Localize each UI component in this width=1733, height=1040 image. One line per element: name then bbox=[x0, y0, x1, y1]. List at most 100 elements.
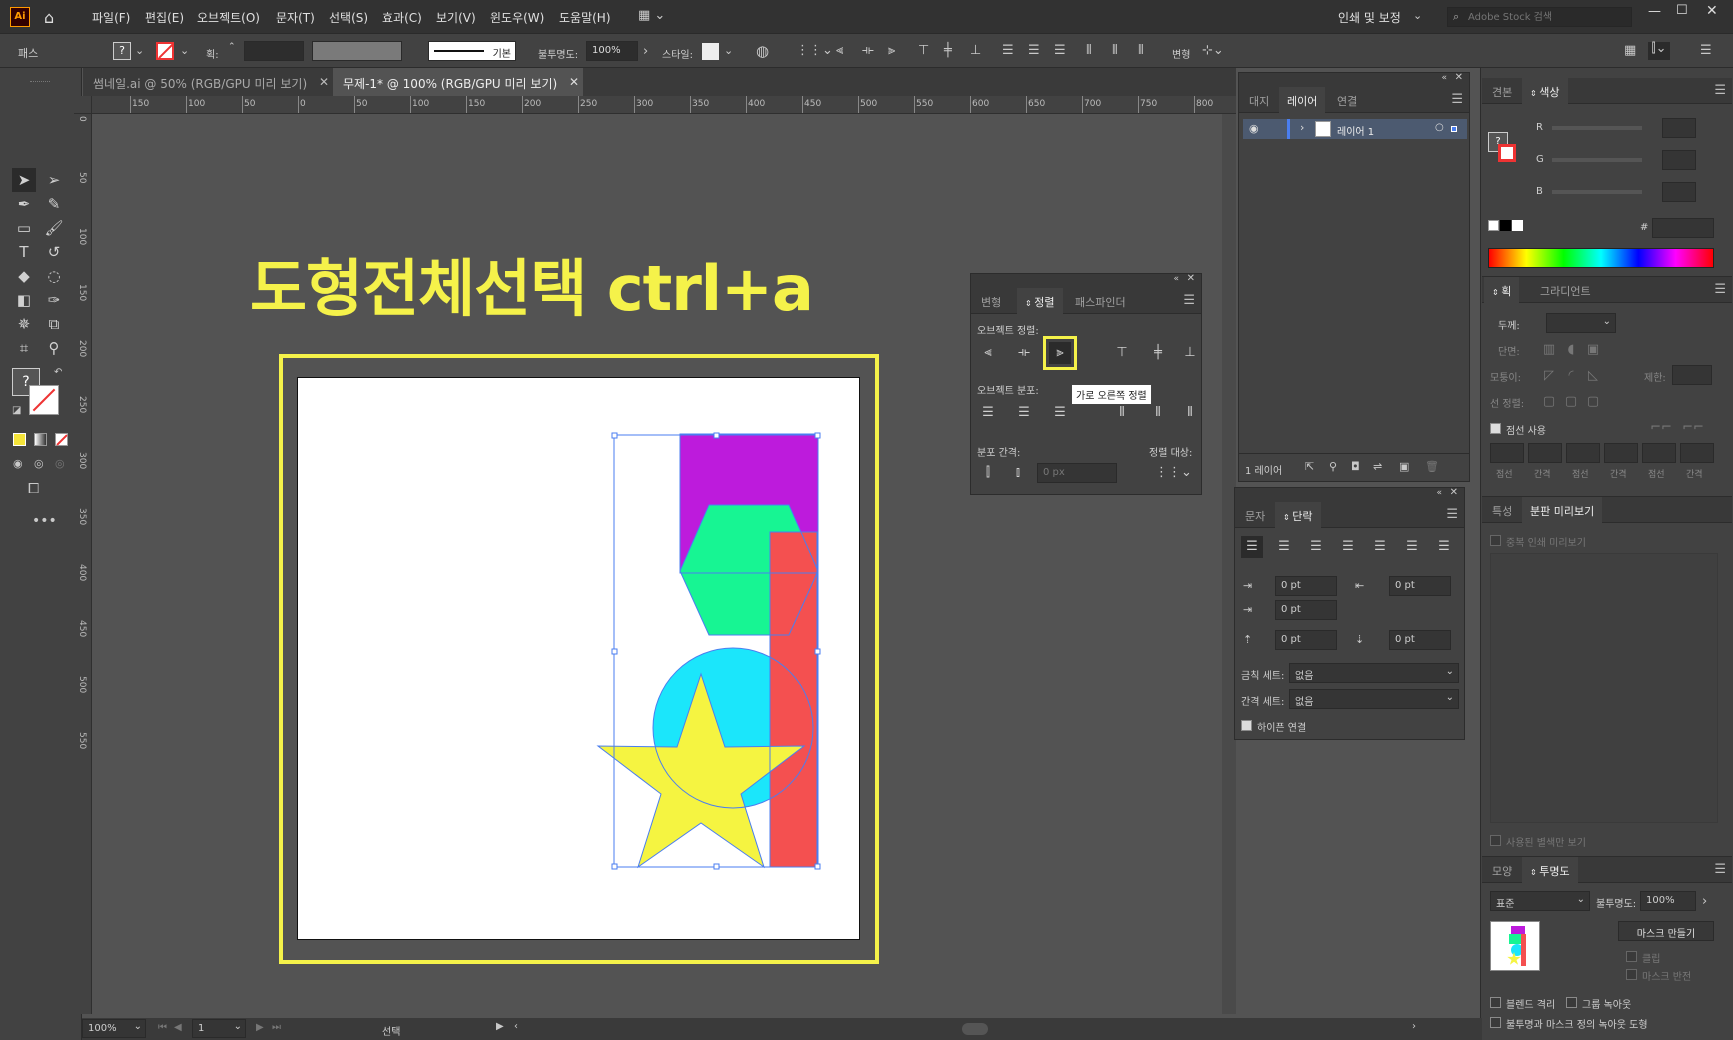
gradient-mode-icon[interactable] bbox=[34, 433, 47, 446]
chevron-right-icon[interactable]: › bbox=[1702, 895, 1707, 908]
opacity-field[interactable]: 100% bbox=[586, 41, 638, 61]
none-mode-icon[interactable] bbox=[55, 433, 68, 446]
tab-paragraph[interactable]: ⇕ 단락 bbox=[1275, 502, 1321, 528]
draw-behind-icon[interactable]: ◎ bbox=[34, 458, 44, 469]
white-swatch[interactable] bbox=[1512, 220, 1523, 231]
tab-align[interactable]: ⇕ 정렬 bbox=[1017, 288, 1063, 314]
align-hcenter-icon[interactable]: ⟛ bbox=[862, 44, 874, 57]
stroke-swatch[interactable] bbox=[156, 42, 174, 60]
bevel-join-icon[interactable]: ◺ bbox=[1582, 365, 1604, 387]
align-stroke-outside-icon[interactable]: ▢ bbox=[1582, 391, 1604, 413]
panel-menu-icon[interactable]: ☰ bbox=[1714, 862, 1726, 877]
color-mode-icon[interactable] bbox=[13, 433, 26, 446]
mojikumi-dropdown[interactable]: 없음 ⌄ bbox=[1289, 689, 1459, 709]
blue-field[interactable] bbox=[1662, 182, 1696, 202]
round-join-icon[interactable]: ◜ bbox=[1560, 365, 1582, 387]
panel-menu-icon[interactable]: ☰ bbox=[1714, 282, 1726, 297]
align-left-icon[interactable]: ⫷ bbox=[836, 44, 843, 57]
tab-separations-preview[interactable]: 분판 미리보기 bbox=[1522, 497, 1603, 523]
close-icon[interactable]: ✕ bbox=[1455, 73, 1463, 83]
visibility-eye-icon[interactable]: ◉ bbox=[1249, 122, 1259, 135]
new-sublayer-icon[interactable]: ⇌ bbox=[1373, 461, 1382, 472]
menu-object[interactable]: 오브젝트(O) bbox=[197, 9, 260, 26]
green-slider[interactable] bbox=[1552, 158, 1642, 162]
distribute-vertical-center-icon[interactable]: ☰ bbox=[1013, 402, 1035, 424]
align-right-edge-icon[interactable]: ⫸ bbox=[1043, 336, 1077, 370]
dash-align-icon[interactable]: ⌐⌐ bbox=[1682, 417, 1704, 439]
next-artboard-icon[interactable]: ▶ bbox=[256, 1023, 264, 1033]
make-mask-button[interactable]: 마스크 만들기 bbox=[1618, 921, 1714, 941]
tab-pathfinder[interactable]: 패스파인더 bbox=[1067, 288, 1134, 314]
align-top-edge-icon[interactable]: ⊤ bbox=[1111, 342, 1133, 364]
type-tool-icon[interactable]: T bbox=[12, 240, 36, 264]
gap-field-3[interactable] bbox=[1680, 443, 1714, 463]
miter-join-icon[interactable]: ◸ bbox=[1538, 365, 1560, 387]
tab-stroke[interactable]: ⇕ 획 bbox=[1484, 277, 1520, 303]
limit-field[interactable] bbox=[1672, 365, 1712, 385]
blend-mode-dropdown[interactable]: 표준 ⌄ bbox=[1490, 891, 1590, 911]
close-icon[interactable]: ✕ bbox=[1187, 274, 1195, 284]
workspace-switcher[interactable]: 인쇄 및 보정 bbox=[1338, 9, 1401, 26]
new-layer-icon[interactable]: ▣ bbox=[1399, 461, 1409, 472]
curvature-tool-icon[interactable]: ✎ bbox=[42, 192, 66, 216]
square-cap-icon[interactable]: ▣ bbox=[1582, 339, 1604, 361]
none-swatch[interactable] bbox=[1488, 220, 1499, 231]
distribute-vcenter-icon[interactable]: ☰ bbox=[1028, 44, 1040, 57]
clipping-mask-icon[interactable]: ◘ bbox=[1351, 461, 1360, 472]
align-to-selection-icon[interactable]: ⋮⋮⌄ bbox=[796, 44, 833, 57]
left-indent-field[interactable]: 0 pt bbox=[1275, 576, 1337, 596]
direct-selection-tool-icon[interactable]: ➢ bbox=[42, 168, 66, 192]
tab-color[interactable]: ⇕ 색상 bbox=[1522, 78, 1568, 104]
first-artboard-icon[interactable]: ⏮ bbox=[158, 1023, 167, 1033]
gap-field-1[interactable] bbox=[1528, 443, 1562, 463]
panel-menu-icon[interactable]: ☰ bbox=[1700, 44, 1712, 57]
rectangle-tool-icon[interactable]: ▭ bbox=[12, 216, 36, 240]
menu-effect[interactable]: 효과(C) bbox=[382, 9, 422, 26]
tab-untitled-doc[interactable]: 무제-1* @ 100% (RGB/GPU 미리 보기) ✕ bbox=[333, 68, 583, 96]
red-rectangle[interactable] bbox=[770, 532, 817, 867]
menu-file[interactable]: 파일(F) bbox=[92, 9, 130, 26]
scroll-right-icon[interactable]: › bbox=[1412, 1022, 1416, 1032]
tab-attributes[interactable]: 특성 bbox=[1484, 497, 1520, 523]
status-menu-icon[interactable]: ▶ bbox=[496, 1022, 504, 1032]
menu-view[interactable]: 보기(V) bbox=[436, 9, 476, 26]
align-text-right-icon[interactable]: ☰ bbox=[1305, 536, 1327, 558]
space-after-field[interactable]: 0 pt bbox=[1389, 630, 1451, 650]
panel-menu-icon[interactable]: ☰ bbox=[1714, 83, 1726, 98]
collapse-icon[interactable]: « bbox=[1436, 489, 1442, 498]
stroke-weight-stepper[interactable]: ⌃ bbox=[228, 42, 236, 52]
butt-cap-icon[interactable]: ▥ bbox=[1538, 339, 1560, 361]
lasso-tool-icon[interactable]: ◌ bbox=[42, 264, 66, 288]
distribute-bottom-icon[interactable]: ☰ bbox=[1054, 44, 1066, 57]
space-before-field[interactable]: 0 pt bbox=[1275, 630, 1337, 650]
stock-search-box[interactable]: ⌕ bbox=[1447, 7, 1632, 27]
distribute-top-icon[interactable]: ☰ bbox=[1002, 44, 1014, 57]
dash-preserve-icon[interactable]: ⌐⌐ bbox=[1650, 417, 1672, 439]
close-icon[interactable]: ✕ bbox=[1450, 488, 1458, 498]
clip-checkbox[interactable] bbox=[1626, 951, 1637, 962]
horizontal-scrollbar-thumb[interactable] bbox=[962, 1023, 988, 1035]
tab-appearance[interactable]: 모양 bbox=[1484, 857, 1520, 883]
variable-width-profile[interactable] bbox=[312, 41, 402, 61]
right-indent-field[interactable]: 0 pt bbox=[1389, 576, 1451, 596]
align-vertical-center-icon[interactable]: ╪ bbox=[1147, 342, 1169, 364]
weight-field[interactable]: ⌄ bbox=[1546, 313, 1616, 333]
align-text-center-icon[interactable]: ☰ bbox=[1273, 536, 1295, 558]
distribute-right-edge-icon[interactable]: ⦀ bbox=[1179, 402, 1201, 424]
menu-edit[interactable]: 편집(E) bbox=[145, 9, 184, 26]
vertical-distribute-space-icon[interactable]: ⫿ bbox=[977, 462, 999, 484]
tab-layers[interactable]: 레이어 bbox=[1279, 87, 1326, 113]
dash-field-2[interactable] bbox=[1566, 443, 1600, 463]
collapse-icon[interactable]: « bbox=[1441, 74, 1447, 83]
overprint-preview-checkbox[interactable] bbox=[1490, 535, 1501, 546]
zoom-field[interactable]: 100% ⌄ bbox=[82, 1019, 146, 1038]
canvas-area[interactable]: 도형전체선택 ctrl+a bbox=[92, 114, 1236, 1014]
tab-links[interactable]: 연결 bbox=[1329, 87, 1365, 113]
green-field[interactable] bbox=[1662, 150, 1696, 170]
distribute-top-edge-icon[interactable]: ☰ bbox=[977, 402, 999, 424]
menu-type[interactable]: 문자(T) bbox=[276, 9, 315, 26]
home-icon[interactable]: ⌂ bbox=[44, 8, 54, 27]
arrange-documents-icon[interactable]: ▦ ⌄ bbox=[638, 8, 665, 23]
black-swatch[interactable] bbox=[1500, 220, 1511, 231]
tab-thumbnail-doc[interactable]: 썸네일.ai @ 50% (RGB/GPU 미리 보기) ✕ bbox=[83, 68, 333, 96]
